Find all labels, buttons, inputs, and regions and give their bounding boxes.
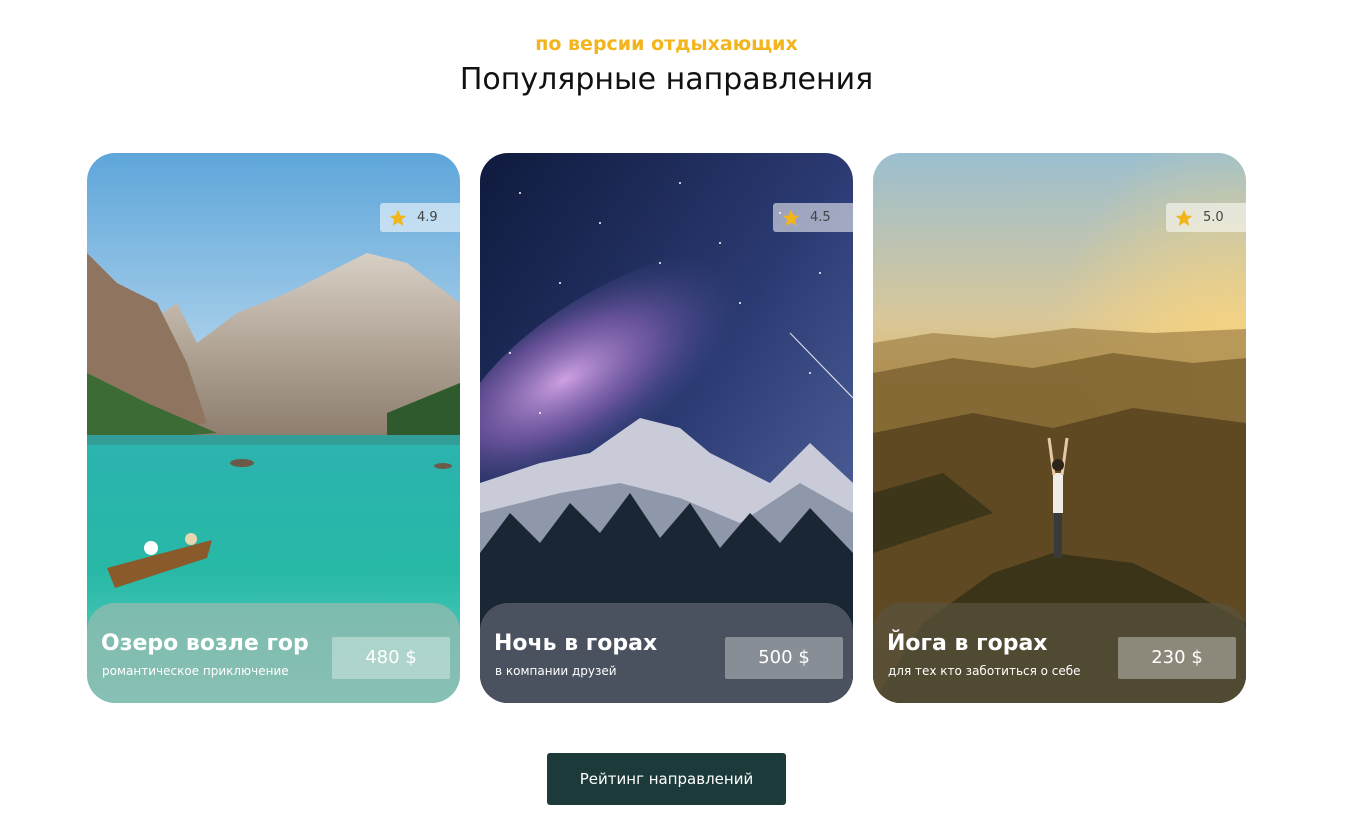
destination-card-night[interactable]: 4.5 Ночь в горах в компании друзей 500 $ <box>480 153 853 703</box>
star-icon <box>389 209 407 226</box>
card-description: в компании друзей <box>495 664 617 678</box>
card-title: Йога в горах <box>887 631 1048 656</box>
section-title: Популярные направления <box>459 62 874 97</box>
card-info-panel: Озеро возле гор романтическое приключени… <box>87 603 460 703</box>
destination-card-yoga[interactable]: 5.0 Йога в горах для тех кто заботиться … <box>873 153 1246 703</box>
card-title: Озеро возле гор <box>101 631 309 656</box>
rating-value: 4.5 <box>810 210 831 225</box>
star-icon <box>1175 209 1193 226</box>
rating-value: 4.9 <box>417 210 438 225</box>
card-info-panel: Йога в горах для тех кто заботиться о се… <box>873 603 1246 703</box>
card-info-panel: Ночь в горах в компании друзей 500 $ <box>480 603 853 703</box>
page: по версии отдыхающих Популярные направле… <box>0 0 1361 840</box>
rating-badge: 4.5 <box>773 203 853 232</box>
star-icon <box>782 209 800 226</box>
rating-value: 5.0 <box>1203 210 1224 225</box>
price-button[interactable]: 230 $ <box>1118 637 1236 679</box>
rating-badge: 4.9 <box>380 203 460 232</box>
destinations-rating-button[interactable]: Рейтинг направлений <box>547 753 786 805</box>
card-description: для тех кто заботиться о себе <box>888 664 1081 678</box>
price-button[interactable]: 480 $ <box>332 637 450 679</box>
rating-badge: 5.0 <box>1166 203 1246 232</box>
section-subtitle: по версии отдыхающих <box>535 33 798 55</box>
price-button[interactable]: 500 $ <box>725 637 843 679</box>
card-description: романтическое приключение <box>102 664 289 678</box>
card-title: Ночь в горах <box>494 631 658 656</box>
destination-card-lake[interactable]: 4.9 Озеро возле гор романтическое приклю… <box>87 153 460 703</box>
